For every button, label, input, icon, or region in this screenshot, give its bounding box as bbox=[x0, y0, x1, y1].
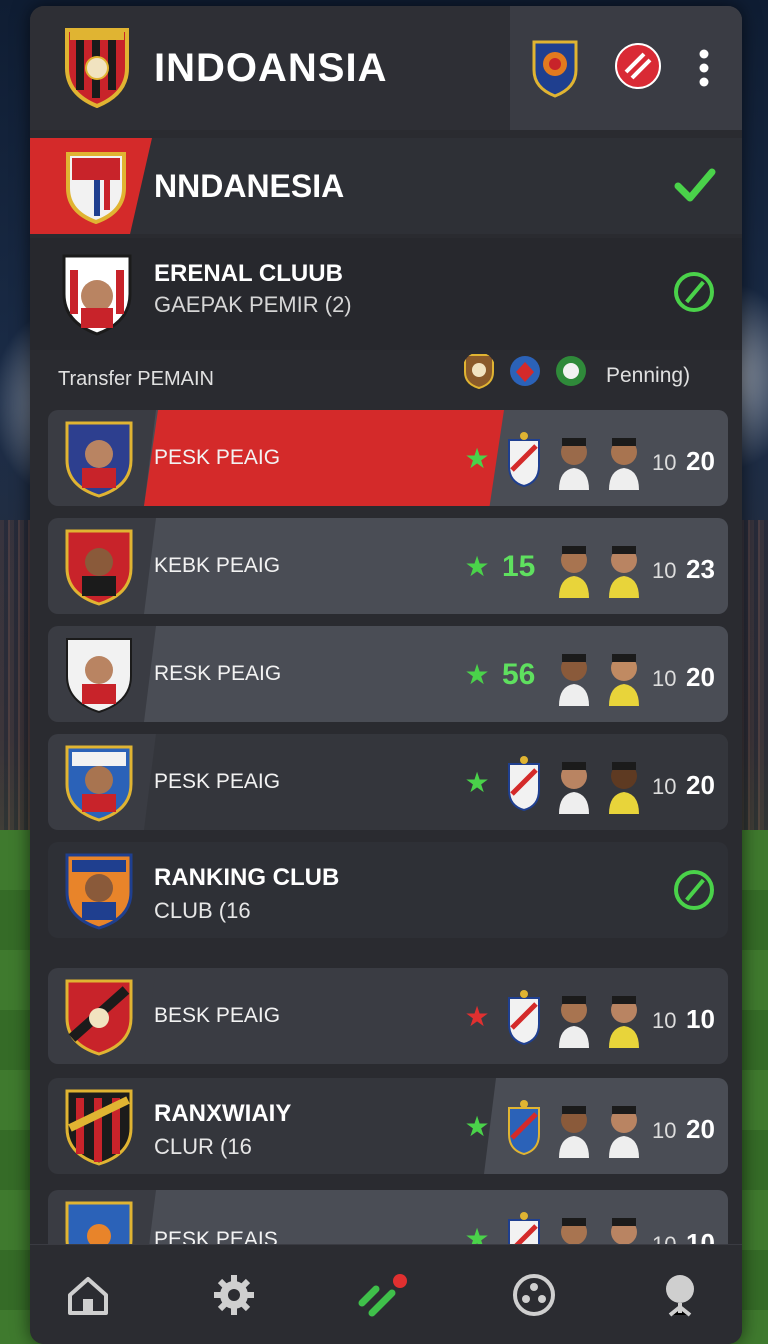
favorite-star-icon[interactable]: ★ bbox=[464, 553, 490, 581]
stat-value-small: 10 bbox=[652, 1008, 677, 1033]
player-row[interactable]: PESK PEAIG ★ 10 20 bbox=[48, 410, 728, 506]
stat-value-large: 20 bbox=[686, 1114, 715, 1144]
player-avatar-icon bbox=[559, 762, 589, 814]
settings-gear-icon[interactable] bbox=[212, 1273, 256, 1317]
player-name: BESK PEAIG bbox=[154, 1004, 281, 1027]
transfer-club-a-icon bbox=[464, 354, 494, 390]
ranxwiaiy-row[interactable]: RANXWIAIY CLUR (16 ★ 10 20 bbox=[48, 1078, 728, 1174]
home-icon[interactable] bbox=[66, 1273, 110, 1317]
stat-value-small: 10 bbox=[652, 666, 677, 691]
main-panel: INDOANSIA NNDANESIA ERENAL CLUUB GAEPAK … bbox=[30, 6, 742, 1344]
team-name: NNDANESIA bbox=[154, 168, 345, 204]
player-row[interactable]: KEBK PEAIG ★ 15 10 23 bbox=[48, 518, 728, 614]
stat-value-small: 10 bbox=[652, 774, 677, 799]
transfer-status: Penning) bbox=[606, 364, 691, 387]
stat-value-large: 20 bbox=[686, 662, 715, 692]
profile-icon[interactable] bbox=[658, 1273, 702, 1317]
club-shield-icon bbox=[508, 1100, 540, 1156]
player-avatar-icon bbox=[609, 762, 639, 814]
player-avatar-icon bbox=[609, 1106, 639, 1158]
ranxwiaiy-subtitle: CLUR (16 bbox=[154, 1134, 252, 1159]
stat-value-large: 20 bbox=[686, 770, 715, 800]
selected-check-icon bbox=[674, 168, 716, 202]
player-avatar-icon bbox=[559, 438, 589, 490]
club-subtitle: GAEPAK PEMIR (2) bbox=[154, 292, 352, 317]
club-summary[interactable] bbox=[30, 238, 742, 350]
bottom-navigation bbox=[30, 1244, 742, 1344]
ranking-status-icon[interactable] bbox=[674, 870, 714, 910]
stat-value-large: 23 bbox=[686, 554, 715, 584]
app-header: INDOANSIA bbox=[30, 6, 742, 130]
player-row[interactable]: BESK PEAIG ★ 10 10 bbox=[48, 968, 728, 1064]
player-crest-icon bbox=[65, 979, 133, 1056]
ranking-subtitle: CLUB (16 bbox=[154, 898, 251, 923]
transfer-club-b-icon bbox=[510, 356, 540, 386]
player-avatar-icon bbox=[609, 438, 639, 490]
team-crest-icon bbox=[66, 152, 126, 224]
stat-value-large: 10 bbox=[686, 1004, 715, 1034]
player-crest-icon bbox=[65, 745, 133, 822]
player-avatar-icon bbox=[559, 996, 589, 1048]
football-icon[interactable] bbox=[512, 1273, 556, 1317]
player-rating: 15 bbox=[502, 550, 536, 583]
ranking-title: RANKING CLUB bbox=[154, 864, 340, 891]
player-avatar-icon bbox=[559, 546, 589, 598]
favorite-star-icon[interactable]: ★ bbox=[464, 1003, 490, 1031]
more-options-icon[interactable] bbox=[698, 48, 710, 88]
club-title: ERENAL CLUUB bbox=[154, 260, 343, 287]
favorite-star-icon[interactable]: ★ bbox=[464, 769, 490, 797]
club-crest-icon bbox=[62, 254, 132, 336]
player-avatar-icon bbox=[559, 654, 589, 706]
transfer-icon[interactable] bbox=[358, 1273, 412, 1317]
header-actions bbox=[510, 6, 742, 130]
stat-value-small: 10 bbox=[652, 558, 677, 583]
player-avatar-icon bbox=[609, 546, 639, 598]
favorite-star-icon[interactable]: ★ bbox=[464, 661, 490, 689]
app-logo-crest-icon bbox=[65, 28, 129, 108]
player-crest-icon bbox=[65, 529, 133, 606]
player-name: PESK PEAIG bbox=[154, 446, 281, 469]
transfer-club-c-icon bbox=[556, 356, 586, 386]
transfer-label: Transfer PEMAIN bbox=[58, 368, 214, 390]
player-avatar-icon bbox=[609, 654, 639, 706]
player-crest-icon bbox=[66, 638, 132, 714]
player-name: KEBK PEAIG bbox=[154, 554, 281, 577]
app-title: INDOANSIA bbox=[154, 46, 388, 90]
player-row[interactable]: PESK PEAIG ★ 10 20 bbox=[48, 734, 728, 830]
stat-value-small: 10 bbox=[652, 450, 677, 475]
player-crest-icon bbox=[65, 421, 133, 498]
club-shield-icon bbox=[508, 432, 540, 488]
ranxwiaiy-title: RANXWIAIY bbox=[154, 1100, 292, 1127]
block-icon[interactable] bbox=[614, 42, 662, 90]
club-shield-icon bbox=[508, 990, 540, 1046]
player-name: RESK PEAIG bbox=[154, 662, 282, 685]
club-status-icon[interactable] bbox=[674, 272, 714, 312]
club-badge-icon[interactable] bbox=[530, 38, 580, 98]
player-row[interactable]: RESK PEAIG ★ 56 10 20 bbox=[48, 626, 728, 722]
favorite-star-icon[interactable]: ★ bbox=[464, 445, 490, 473]
player-rating: 56 bbox=[502, 658, 536, 691]
favorite-star-icon[interactable]: ★ bbox=[464, 1113, 490, 1141]
ranking-club-row[interactable]: RANKING CLUB CLUB (16 bbox=[48, 842, 728, 938]
player-avatar-icon bbox=[559, 1106, 589, 1158]
player-name: PESK PEAIG bbox=[154, 770, 281, 793]
player-avatar-icon bbox=[609, 996, 639, 1048]
stat-value-small: 10 bbox=[652, 1118, 677, 1143]
club-shield-icon bbox=[508, 756, 540, 812]
ranxwiaiy-crest-icon bbox=[65, 1089, 133, 1166]
ranking-crest-icon bbox=[65, 853, 133, 930]
stat-value-large: 20 bbox=[686, 446, 715, 476]
